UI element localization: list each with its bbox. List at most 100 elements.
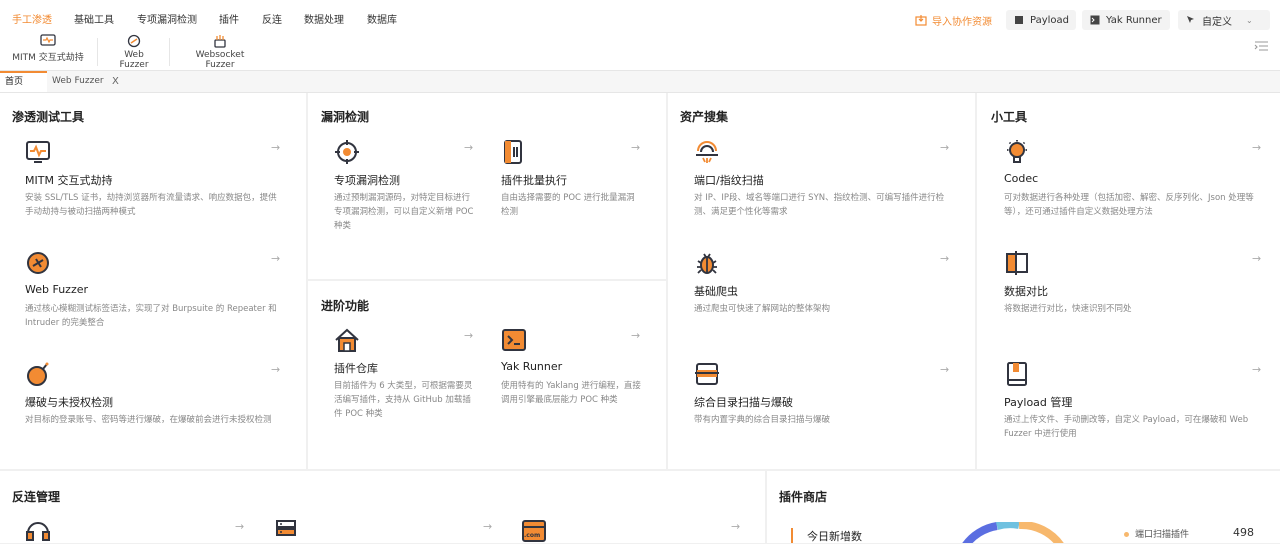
section-title: 渗透测试工具 [12, 110, 85, 124]
websocket-fuzzer-shortcut[interactable]: Websocket Fuzzer [183, 34, 257, 70]
menu-database[interactable]: 数据库 [367, 11, 397, 26]
card-title: 专项漏洞检测 [334, 174, 400, 187]
card-title: Payload 管理 [1004, 396, 1073, 409]
arrow-right-icon: → [1252, 363, 1262, 376]
import-resources-label: 导入协作资源 [932, 16, 992, 28]
custom-menu-dropdown[interactable]: 自定义 ⌄ [1178, 10, 1270, 30]
arrow-right-icon: → [940, 252, 950, 265]
cursor-icon [1187, 16, 1194, 23]
payload-icon [1015, 16, 1023, 24]
card-title: 数据对比 [1004, 285, 1048, 298]
arrow-right-icon: → [271, 252, 281, 265]
card-desc: 目前插件为 6 大类型，可根据需要灵活编写插件，支持从 GitHub 加载插件 … [334, 381, 473, 419]
menu-data-processing[interactable]: 数据处理 [304, 11, 344, 26]
card-title: 爆破与未授权检测 [25, 396, 113, 409]
menu-special-vuln-detect[interactable]: 专项漏洞检测 [137, 11, 197, 26]
dns-log-card[interactable]: .com → [521, 518, 741, 543]
house-icon [335, 328, 359, 352]
port-scan-card[interactable]: → 端口/指纹扫描 对 IP、IP段、域名等端口进行 SYN、指纹检测、可编写插… [694, 139, 952, 229]
arrow-right-icon: → [940, 363, 950, 376]
web-fuzzer-shortcut[interactable]: Web Fuzzer [110, 34, 158, 70]
divider [97, 38, 98, 66]
crawler-card[interactable]: → 基础爬虫 通过爬虫可快速了解网站的整体架构 [694, 250, 952, 340]
import-resources-button[interactable]: 导入协作资源 [915, 10, 992, 30]
card-title: Web Fuzzer [25, 283, 89, 296]
vuln-detect-panel: 漏洞检测 → 专项漏洞检测 通过预制漏洞源码，对特定目标进行专项漏洞检测，可以自… [308, 93, 666, 279]
card-title: 综合目录扫描与爆破 [694, 396, 793, 409]
arrow-right-icon: → [464, 141, 474, 154]
tool-shortcut-bar: MITM 交互式劫持 Web Fuzzer Websocket Fuzzer [0, 34, 1280, 71]
special-vuln-card[interactable]: → 专项漏洞检测 通过预制漏洞源码，对特定目标进行专项漏洞检测，可以自定义新增 … [334, 139, 474, 239]
yak-runner-label: Yak Runner [1106, 14, 1162, 26]
menu-manual-pentest[interactable]: 手工渗透 [12, 11, 52, 26]
card-desc: 对目标的登录账号、密码等进行爆破，在爆破前会进行未授权检测 [25, 415, 272, 425]
card-desc: 可对数据进行各种处理（包括加密、解密、反序列化、Json 处理等等），还可通过插… [1004, 193, 1254, 217]
arrow-right-icon: → [1252, 141, 1262, 154]
section-title: 插件商店 [779, 490, 828, 504]
payload-button[interactable]: Payload [1006, 10, 1076, 30]
payload-manage-card[interactable]: → Payload 管理 通过上传文件、手动删改等，自定义 Payload，可在… [1004, 361, 1266, 451]
menu-plugins[interactable]: 插件 [219, 11, 239, 26]
websocket-fuzzer-shortcut-label: Websocket Fuzzer [195, 50, 245, 70]
custom-label: 自定义 [1202, 16, 1232, 28]
server-icon [276, 520, 296, 536]
yak-runner-card[interactable]: → Yak Runner 使用特有的 Yaklang 进行编程，直接调用引擎最底… [501, 327, 641, 427]
card-desc: 通过核心模糊测试标签语法，实现了对 Burpsuite 的 Repeater 和… [25, 304, 277, 328]
arrow-right-icon: → [483, 520, 493, 533]
today-indicator-bar [791, 528, 793, 543]
advanced-panel: 进阶功能 → 插件仓库 目前插件为 6 大类型，可根据需要灵活编写插件，支持从 … [308, 281, 666, 469]
import-icon [915, 15, 927, 26]
plugin-donut-chart [962, 522, 1064, 543]
browser-icon [522, 520, 546, 542]
arrow-right-icon: → [464, 329, 474, 342]
dir-scan-card[interactable]: → 综合目录扫描与爆破 带有内置字典的综合目录扫描与爆破 [694, 361, 952, 451]
card-desc: 安装 SSL/TLS 证书，劫持浏览器所有流量请求、响应数据包，提供手动劫持与被… [25, 193, 277, 217]
arrow-right-icon: → [235, 520, 245, 533]
mitm-shortcut-label: MITM 交互式劫持 [12, 53, 84, 63]
tab-home[interactable]: 首页 [0, 71, 47, 92]
compare-icon [1006, 251, 1028, 275]
plugin-batch-card[interactable]: → 插件批量执行 自由选择需要的 POC 进行批量漏洞检测 [501, 139, 641, 239]
card-title: 端口/指纹扫描 [694, 174, 764, 187]
close-icon[interactable]: X [112, 71, 119, 92]
server-card[interactable]: → [273, 518, 493, 543]
codec-card[interactable]: → Codec 可对数据进行各种处理（包括加密、解密、反序列化、Json 处理等… [1004, 139, 1266, 229]
book-icon [1007, 362, 1027, 386]
bug-icon [697, 253, 717, 274]
monitor-pulse-icon [40, 34, 56, 46]
arrow-right-icon: → [271, 363, 281, 376]
section-title: 进阶功能 [321, 299, 370, 313]
menu-reverse[interactable]: 反连 [262, 11, 282, 26]
arrow-right-icon: → [631, 329, 641, 342]
card-title: Yak Runner [501, 360, 563, 373]
card-title: Codec [1004, 172, 1039, 185]
menu-fold-icon[interactable] [1254, 40, 1270, 54]
arrow-right-icon: → [940, 141, 950, 154]
legend-dot [1124, 532, 1129, 537]
legend-port-scan-value: 498 [1233, 526, 1254, 539]
tab-home-label: 首页 [5, 77, 24, 87]
tab-web-fuzzer[interactable]: Web Fuzzer X [52, 71, 132, 92]
mitm-shortcut[interactable]: MITM 交互式劫持 [12, 34, 84, 70]
fuzzer-icon [27, 252, 49, 274]
terminal-icon [502, 329, 526, 351]
bruteforce-card[interactable]: → 爆破与未授权检测 对目标的登录账号、密码等进行爆破，在爆破前会进行未授权检测 [25, 361, 283, 451]
pentest-tools-panel: 渗透测试工具 → MITM 交互式劫持 安装 SSL/TLS 证书，劫持浏览器所… [0, 93, 306, 469]
section-title: 反连管理 [12, 490, 61, 504]
card-desc: 通过上传文件、手动删改等，自定义 Payload，可在爆破和 Web Fuzze… [1004, 415, 1249, 439]
tab-web-fuzzer-label: Web Fuzzer [52, 76, 104, 86]
reverse-shell-card[interactable]: → [25, 518, 245, 543]
arrow-right-icon: → [631, 141, 641, 154]
card-desc: 通过爬虫可快速了解网站的整体架构 [694, 304, 831, 314]
section-title: 漏洞检测 [321, 110, 370, 124]
menu-basic-tools[interactable]: 基础工具 [74, 11, 114, 26]
web-fuzzer-card[interactable]: → Web Fuzzer 通过核心模糊测试标签语法，实现了对 Burpsuite… [25, 250, 283, 340]
web-fuzzer-shortcut-label: Web Fuzzer [119, 50, 149, 70]
top-menu-bar: 手工渗透 基础工具 专项漏洞检测 插件 反连 数据处理 数据库 导入协作资源 P… [0, 0, 1280, 34]
data-compare-card[interactable]: → 数据对比 将数据进行对比，快速识别不同处 [1004, 250, 1266, 340]
reverse-connection-panel: 反连管理 → → .com → [0, 471, 765, 543]
yak-runner-button[interactable]: Yak Runner [1082, 10, 1170, 30]
today-new-label: 今日新增数 [807, 530, 862, 543]
mitm-card[interactable]: → MITM 交互式劫持 安装 SSL/TLS 证书，劫持浏览器所有流量请求、响… [25, 139, 283, 229]
plugin-repo-card[interactable]: → 插件仓库 目前插件为 6 大类型，可根据需要灵活编写插件，支持从 GitHu… [334, 327, 474, 427]
